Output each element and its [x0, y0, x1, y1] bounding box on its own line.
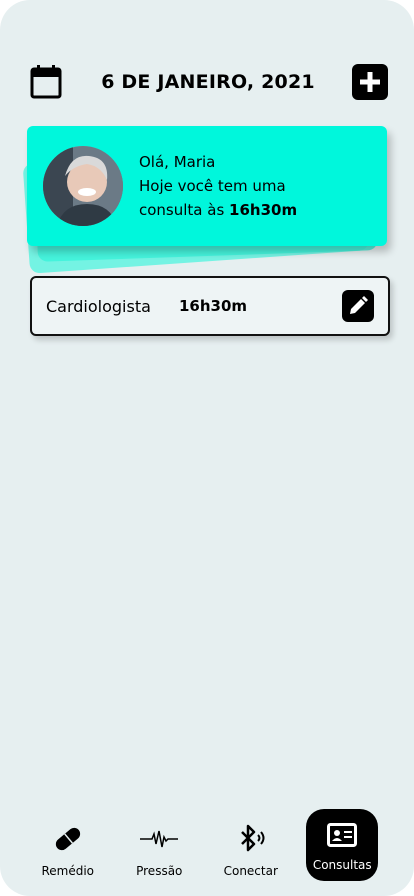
nav-item-remedio[interactable]: Remédio	[32, 822, 104, 878]
edit-appointment-button[interactable]	[342, 290, 374, 322]
greeting-card: Olá, Maria Hoje você tem uma consulta às…	[27, 126, 387, 246]
header: 6 DE JANEIRO, 2021	[28, 62, 388, 102]
page-title: 6 DE JANEIRO, 2021	[101, 71, 315, 93]
greeting-time: 16h30m	[229, 201, 298, 219]
bluetooth-icon	[236, 822, 266, 856]
nav-label: Consultas	[312, 858, 372, 872]
appointment-time: 16h30m	[179, 297, 248, 315]
pill-icon	[52, 822, 84, 856]
appointment-specialty: Cardiologista	[46, 296, 151, 316]
greeting-card-stack: Olá, Maria Hoje você tem uma consulta às…	[22, 126, 392, 274]
greeting-text: Olá, Maria Hoje você tem uma consulta às…	[139, 150, 297, 222]
greeting-prefix: consulta às	[139, 201, 230, 219]
nav-item-pressao[interactable]: Pressão	[123, 822, 195, 878]
nav-label: Remédio	[41, 864, 95, 878]
greeting-message: Hoje você tem uma	[139, 177, 286, 195]
greeting-appointment: consulta às 16h30m	[139, 198, 297, 222]
calendar-icon[interactable]	[28, 64, 64, 100]
add-appointment-button[interactable]	[351, 64, 388, 100]
nav-item-consultas[interactable]: Consultas	[306, 809, 379, 881]
nav-item-conectar[interactable]: Conectar	[215, 822, 287, 878]
app-screen: 6 DE JANEIRO, 2021 Olá, Maria Hoje você …	[0, 0, 414, 896]
id-card-icon	[327, 818, 358, 852]
avatar	[43, 146, 123, 226]
nav-label: Pressão	[136, 864, 183, 878]
pencil-icon	[350, 296, 368, 314]
bottom-nav: Remédio Pressão Conectar Consultas	[0, 796, 414, 896]
greeting-hello: Olá, Maria	[139, 153, 216, 171]
appointment-row[interactable]: Cardiologista 16h30m	[30, 276, 390, 336]
nav-label: Conectar	[223, 864, 278, 878]
heartbeat-icon	[140, 822, 179, 856]
plus-icon	[359, 72, 380, 92]
